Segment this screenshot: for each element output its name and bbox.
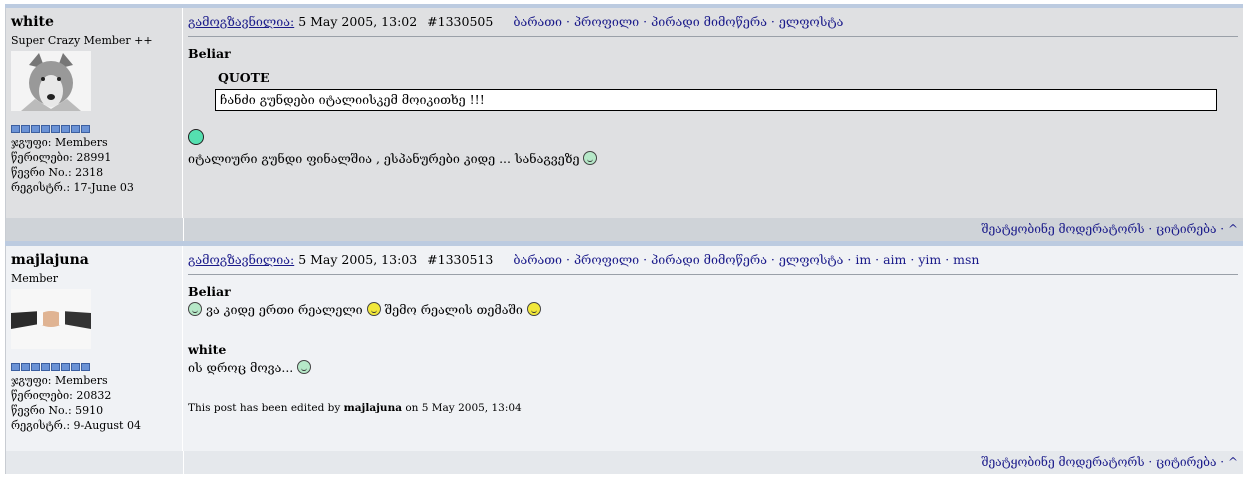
message-text: იტალიური გუნდი ფინალშია , ესპანურები კიდ… (188, 151, 580, 166)
posted-link[interactable]: გამოგზავნილია: (188, 252, 294, 267)
post-id[interactable]: #1330513 (427, 252, 493, 267)
registered-date: რეგისტრ.: 9-August 04 (11, 419, 141, 432)
post-message: იტალიური გუნდი ფინალშია , ესპანურები კიდ… (188, 150, 1243, 168)
username[interactable]: majlajuna (11, 252, 182, 268)
edited-user: majlajuna (343, 402, 403, 414)
post-header: გამოგზავნილია: 5 May 2005, 13:03 #133051… (188, 252, 1238, 275)
author-panel: majlajuna Member ჯგუფი: Members წერილები… (6, 246, 183, 451)
author-panel: white Super Crazy Member ++ ჯგუფი: Membe… (6, 8, 183, 218)
green-circle-icon (188, 129, 204, 145)
quote-line: ვა კიდე ერთი რეალელი შემო რეალის თემაში (188, 301, 1243, 319)
smile-smiley-icon (366, 302, 381, 316)
quote-box: ჩანძი გუნდები იტალიისკემ მოიკითხე !!! (215, 89, 1217, 111)
quote-author: Beliar (188, 46, 231, 61)
footer-actions[interactable]: შეატყობინე მოდერატორს · ციტირება · ^ (981, 455, 1238, 469)
member-title: Member (11, 272, 59, 285)
quote-author: Beliar (188, 284, 231, 299)
topic-posts: white Super Crazy Member ++ ჯგუფი: Membe… (5, 4, 1243, 474)
post: white Super Crazy Member ++ ჯგუფი: Membe… (5, 8, 1243, 218)
post-nav-links[interactable]: ბარათი · პროფილი · პირადი მიმოწერა · ელფ… (513, 14, 843, 29)
post-body: Beliar ვა კიდე ერთი რეალელი შემო რეალის … (188, 275, 1243, 417)
post-count: წერილები: 20832 (11, 389, 112, 402)
post-date: 5 May 2005, 13:03 (298, 252, 418, 267)
grin-smiley-icon (188, 302, 202, 316)
post-count: წერილები: 28991 (11, 151, 112, 164)
post-header: გამოგზავნილია: 5 May 2005, 13:02 #133050… (188, 14, 1238, 37)
posted-link[interactable]: გამოგზავნილია: (188, 14, 294, 29)
post-nav-links[interactable]: ბარათი · პროფილი · პირადი მიმოწერა · ელფ… (513, 252, 979, 267)
quote-text-a: ვა კიდე ერთი რეალელი (205, 302, 363, 317)
registered-date: რეგისტრ.: 17-June 03 (11, 181, 134, 194)
member-group: ჯგუფი: Members (11, 136, 108, 149)
grin-smiley-icon (297, 360, 312, 374)
avatar-wolf (11, 51, 91, 111)
footer-actions[interactable]: შეატყობინე მოდერატორს · ციტირება · ^ (981, 222, 1238, 236)
post-body: Beliar QUOTE ჩანძი გუნდები იტალიისკემ მო… (188, 37, 1243, 168)
post-date: 5 May 2005, 13:02 (298, 14, 418, 29)
post-content: გამოგზავნილია: 5 May 2005, 13:02 #133050… (183, 8, 1243, 218)
member-number: წევრი No.: 2318 (11, 166, 104, 179)
post: majlajuna Member ჯგუფი: Members წერილები… (5, 246, 1243, 451)
username[interactable]: white (11, 14, 182, 30)
rank-pips (11, 363, 182, 371)
quote-label: QUOTE (218, 70, 270, 85)
avatar-handshake (11, 289, 91, 349)
quote-text: ის დროც მოვა... (188, 360, 294, 375)
edited-prefix: This post has been edited by (188, 402, 341, 414)
member-number: წევრი No.: 5910 (11, 404, 104, 417)
edited-suffix: on 5 May 2005, 13:04 (405, 402, 522, 414)
edited-note: This post has been edited by majlajuna o… (188, 399, 1243, 417)
member-group: ჯგუფი: Members (11, 374, 108, 387)
quote-author: white (188, 342, 227, 357)
post-footer: შეატყობინე მოდერატორს · ციტირება · ^ (5, 218, 1243, 241)
post-footer: შეატყობინე მოდერატორს · ციტირება · ^ (5, 451, 1243, 474)
smile-smiley-icon (526, 302, 541, 316)
quote-line: ის დროც მოვა... (188, 359, 1243, 377)
quote-text-b: შემო რეალის თემაში (384, 302, 523, 317)
rank-pips (11, 125, 182, 133)
post-content: გამოგზავნილია: 5 May 2005, 13:03 #133051… (183, 246, 1243, 451)
member-title: Super Crazy Member ++ (11, 34, 153, 47)
post-id[interactable]: #1330505 (427, 14, 493, 29)
grin-smiley-icon (583, 151, 598, 165)
